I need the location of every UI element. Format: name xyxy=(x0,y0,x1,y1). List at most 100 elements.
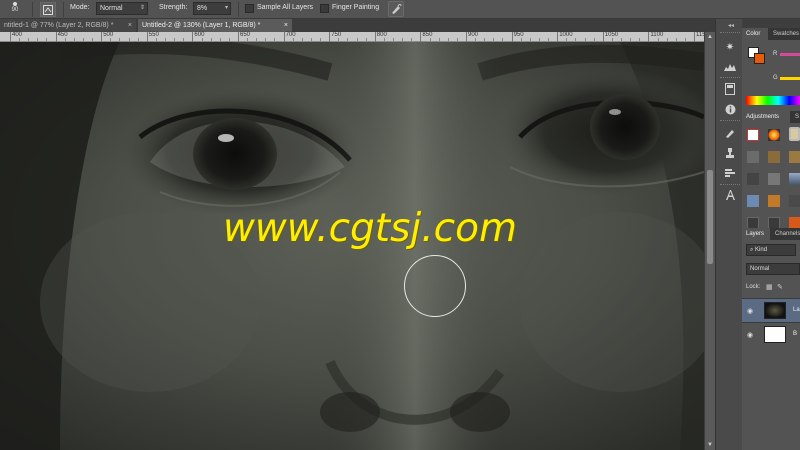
mode-select[interactable]: Normal ⇕ xyxy=(96,2,148,15)
ruler-label: 900 xyxy=(468,32,479,38)
grip[interactable] xyxy=(720,77,740,79)
red-channel-slider[interactable] xyxy=(780,53,800,56)
ruler-minor-tick xyxy=(128,38,130,41)
tab-untitled-1[interactable]: ntitled-1 @ 77% (Layer 2, RGB/8) * × xyxy=(0,19,136,32)
green-channel-slider[interactable] xyxy=(780,77,800,80)
finger-painting-checkbox[interactable] xyxy=(320,4,329,13)
document-tab-bar: ntitled-1 @ 77% (Layer 2, RGB/8) * × Unt… xyxy=(0,19,715,32)
info-panel-icon[interactable] xyxy=(721,81,739,97)
ruler-minor-tick xyxy=(28,38,30,41)
ruler-minor-tick xyxy=(64,38,66,41)
scroll-down-icon[interactable]: ▼ xyxy=(707,442,713,448)
grip[interactable] xyxy=(720,32,740,34)
color-balance-icon[interactable] xyxy=(747,173,759,185)
tab-layers[interactable]: Layers xyxy=(742,228,770,240)
ruler-minor-tick xyxy=(37,38,39,41)
layer-row-background[interactable]: ◉ B xyxy=(742,322,800,346)
clone-source-icon[interactable] xyxy=(721,145,739,161)
layer-filter-kind-select[interactable]: ⌕ Kind xyxy=(746,244,796,256)
histogram-icon[interactable] xyxy=(721,58,739,74)
right-panels: Color Swatches R G B Adjustments S xyxy=(742,19,800,450)
ruler-minor-tick xyxy=(429,38,431,41)
vibrance-icon[interactable] xyxy=(768,151,780,163)
ruler-label: 950 xyxy=(513,32,524,38)
ruler-minor-tick xyxy=(593,38,595,41)
visibility-eye-icon[interactable]: ◉ xyxy=(747,307,753,315)
tab-channels[interactable]: Channels xyxy=(771,228,800,240)
ruler-minor-tick xyxy=(347,38,349,41)
brightness-icon[interactable]: ✷ xyxy=(721,39,739,55)
chevron-down-icon: ▾ xyxy=(224,5,228,11)
tab-label: ntitled-1 @ 77% (Layer 2, RGB/8) * xyxy=(4,22,114,29)
ruler-minor-tick xyxy=(393,38,395,41)
mode-label: Mode: xyxy=(70,4,90,11)
layer-row-layer-1[interactable]: ◉ La xyxy=(742,298,800,322)
tab-untitled-2[interactable]: Untitled-2 @ 130% (Layer 1, RGB/8) * × xyxy=(138,19,292,32)
ruler-minor-tick xyxy=(611,38,613,41)
ruler-minor-tick xyxy=(247,38,249,41)
brush-cursor xyxy=(404,255,466,317)
ruler-minor-tick xyxy=(19,38,21,41)
pressure-strength-button[interactable] xyxy=(388,1,404,17)
close-icon[interactable]: × xyxy=(284,19,288,32)
ruler-minor-tick xyxy=(493,38,495,41)
divider xyxy=(63,2,64,17)
scrollbar-thumb[interactable] xyxy=(707,170,713,264)
black-white-icon[interactable] xyxy=(768,173,780,185)
ruler-minor-tick xyxy=(210,38,212,41)
tool-presets-icon[interactable] xyxy=(721,165,739,181)
photo-filter-icon[interactable] xyxy=(789,173,800,185)
tab-adjustments[interactable]: Adjustments xyxy=(742,111,790,123)
collapse-panels-icon[interactable]: ◂◂ xyxy=(728,22,734,29)
ruler-minor-tick xyxy=(82,38,84,41)
ruler-label: 850 xyxy=(422,32,433,38)
ruler-minor-tick xyxy=(630,38,632,41)
ruler-label: 650 xyxy=(240,32,251,38)
info-icon[interactable] xyxy=(721,101,739,117)
ruler-minor-tick xyxy=(447,38,449,41)
blend-mode-select[interactable]: Normal xyxy=(746,263,800,275)
character-icon[interactable] xyxy=(721,187,739,203)
grip[interactable] xyxy=(720,184,740,186)
adjustments-panel-tabs: Adjustments S xyxy=(742,111,800,123)
levels-icon[interactable] xyxy=(768,129,780,141)
brush-icon[interactable] xyxy=(721,125,739,141)
document-canvas[interactable]: www.cgtsj.com xyxy=(0,42,704,450)
tab-swatches[interactable]: Swatches xyxy=(769,28,799,40)
color-spectrum-bar[interactable] xyxy=(746,96,800,105)
invert-icon[interactable] xyxy=(789,195,800,207)
grip[interactable] xyxy=(720,120,740,122)
presets-svg xyxy=(725,169,735,177)
ruler-minor-tick xyxy=(584,38,586,41)
brush-preset-picker[interactable]: 90 xyxy=(6,1,24,17)
exposure-icon[interactable] xyxy=(747,151,759,163)
color-lookup-icon[interactable] xyxy=(768,195,780,207)
ruler-label: 550 xyxy=(148,32,159,38)
ruler-minor-tick xyxy=(310,38,312,41)
hue-saturation-icon[interactable] xyxy=(789,151,800,163)
brush-panel-toggle-button[interactable] xyxy=(40,2,56,17)
visibility-eye-icon[interactable]: ◉ xyxy=(747,331,753,339)
sample-all-layers-checkbox[interactable] xyxy=(245,4,254,13)
ruler-minor-tick xyxy=(119,38,121,41)
tab-color[interactable]: Color xyxy=(742,28,768,40)
ruler-label: 700 xyxy=(285,32,296,38)
ruler-minor-tick xyxy=(575,38,577,41)
vertical-scrollbar[interactable]: ▲ ▼ xyxy=(704,32,715,450)
scroll-up-icon[interactable]: ▲ xyxy=(707,34,713,40)
close-icon[interactable]: × xyxy=(128,19,132,32)
ruler-minor-tick xyxy=(484,38,486,41)
lock-pixels-icon[interactable]: ✎ xyxy=(777,283,783,291)
background-color-swatch[interactable] xyxy=(754,53,765,64)
channel-mixer-icon[interactable] xyxy=(747,195,759,207)
brightness-contrast-icon[interactable] xyxy=(747,129,759,141)
lock-transparent-icon[interactable]: ▦ xyxy=(766,283,773,291)
panel-icon-column: ◂◂ ✷ xyxy=(715,19,742,450)
tab-styles[interactable]: S xyxy=(791,111,799,123)
channel-r-label: R xyxy=(773,51,778,57)
strength-input[interactable]: 8% ▾ xyxy=(193,2,231,15)
layer-filter-kind-label: Kind xyxy=(755,247,768,253)
ruler-minor-tick xyxy=(438,38,440,41)
brush-dot-icon xyxy=(13,2,17,6)
curves-icon[interactable] xyxy=(789,127,800,141)
